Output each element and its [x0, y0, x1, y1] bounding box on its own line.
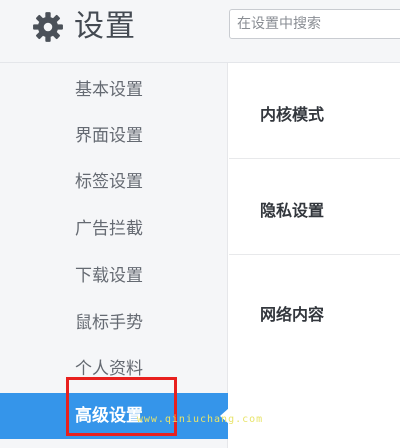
section-privacy: 隐私设置	[229, 159, 400, 255]
sidebar-item-label: 标签设置	[75, 172, 143, 192]
section-title: 隐私设置	[260, 201, 325, 220]
section-kernel-mode: 内核模式	[229, 63, 400, 159]
sidebar-item-download[interactable]: 下载设置	[0, 253, 228, 299]
sidebar-item-advanced[interactable]: 高级设置	[0, 393, 229, 439]
page-title: 设置	[74, 9, 136, 44]
section-title: 内核模式	[260, 105, 325, 124]
settings-main-panel: 内核模式 隐私设置 网络内容	[229, 63, 400, 448]
sidebar-item-label: 界面设置	[75, 126, 143, 146]
sidebar-item-label: 高级设置	[75, 406, 143, 426]
sidebar-item-basic[interactable]: 基本设置	[0, 67, 228, 113]
search-input[interactable]	[229, 9, 400, 39]
sidebar-item-adblock[interactable]: 广告拦截	[0, 206, 228, 252]
sidebar-item-mouse-gestures[interactable]: 鼠标手势	[0, 300, 228, 346]
title-wrap: 设置	[32, 8, 136, 46]
sidebar-item-label: 鼠标手势	[75, 313, 143, 333]
active-indicator-arrow	[220, 408, 229, 424]
sidebar-item-tabs[interactable]: 标签设置	[0, 159, 228, 205]
sidebar-item-interface[interactable]: 界面设置	[0, 113, 228, 159]
section-web-content: 网络内容	[229, 255, 400, 350]
sidebar-item-label: 个人资料	[75, 359, 143, 379]
section-title: 网络内容	[260, 305, 325, 324]
sidebar-item-label: 基本设置	[75, 80, 143, 100]
gear-icon	[33, 12, 63, 42]
sidebar-item-profile[interactable]: 个人资料	[0, 346, 228, 392]
sidebar-nav: 基本设置 界面设置 标签设置 广告拦截 下载设置 鼠标手势 个人资料 高级设置	[0, 63, 229, 448]
sidebar-item-label: 下载设置	[75, 266, 143, 286]
sidebar-item-label: 广告拦截	[75, 219, 143, 239]
settings-header: 设置	[0, 0, 400, 63]
